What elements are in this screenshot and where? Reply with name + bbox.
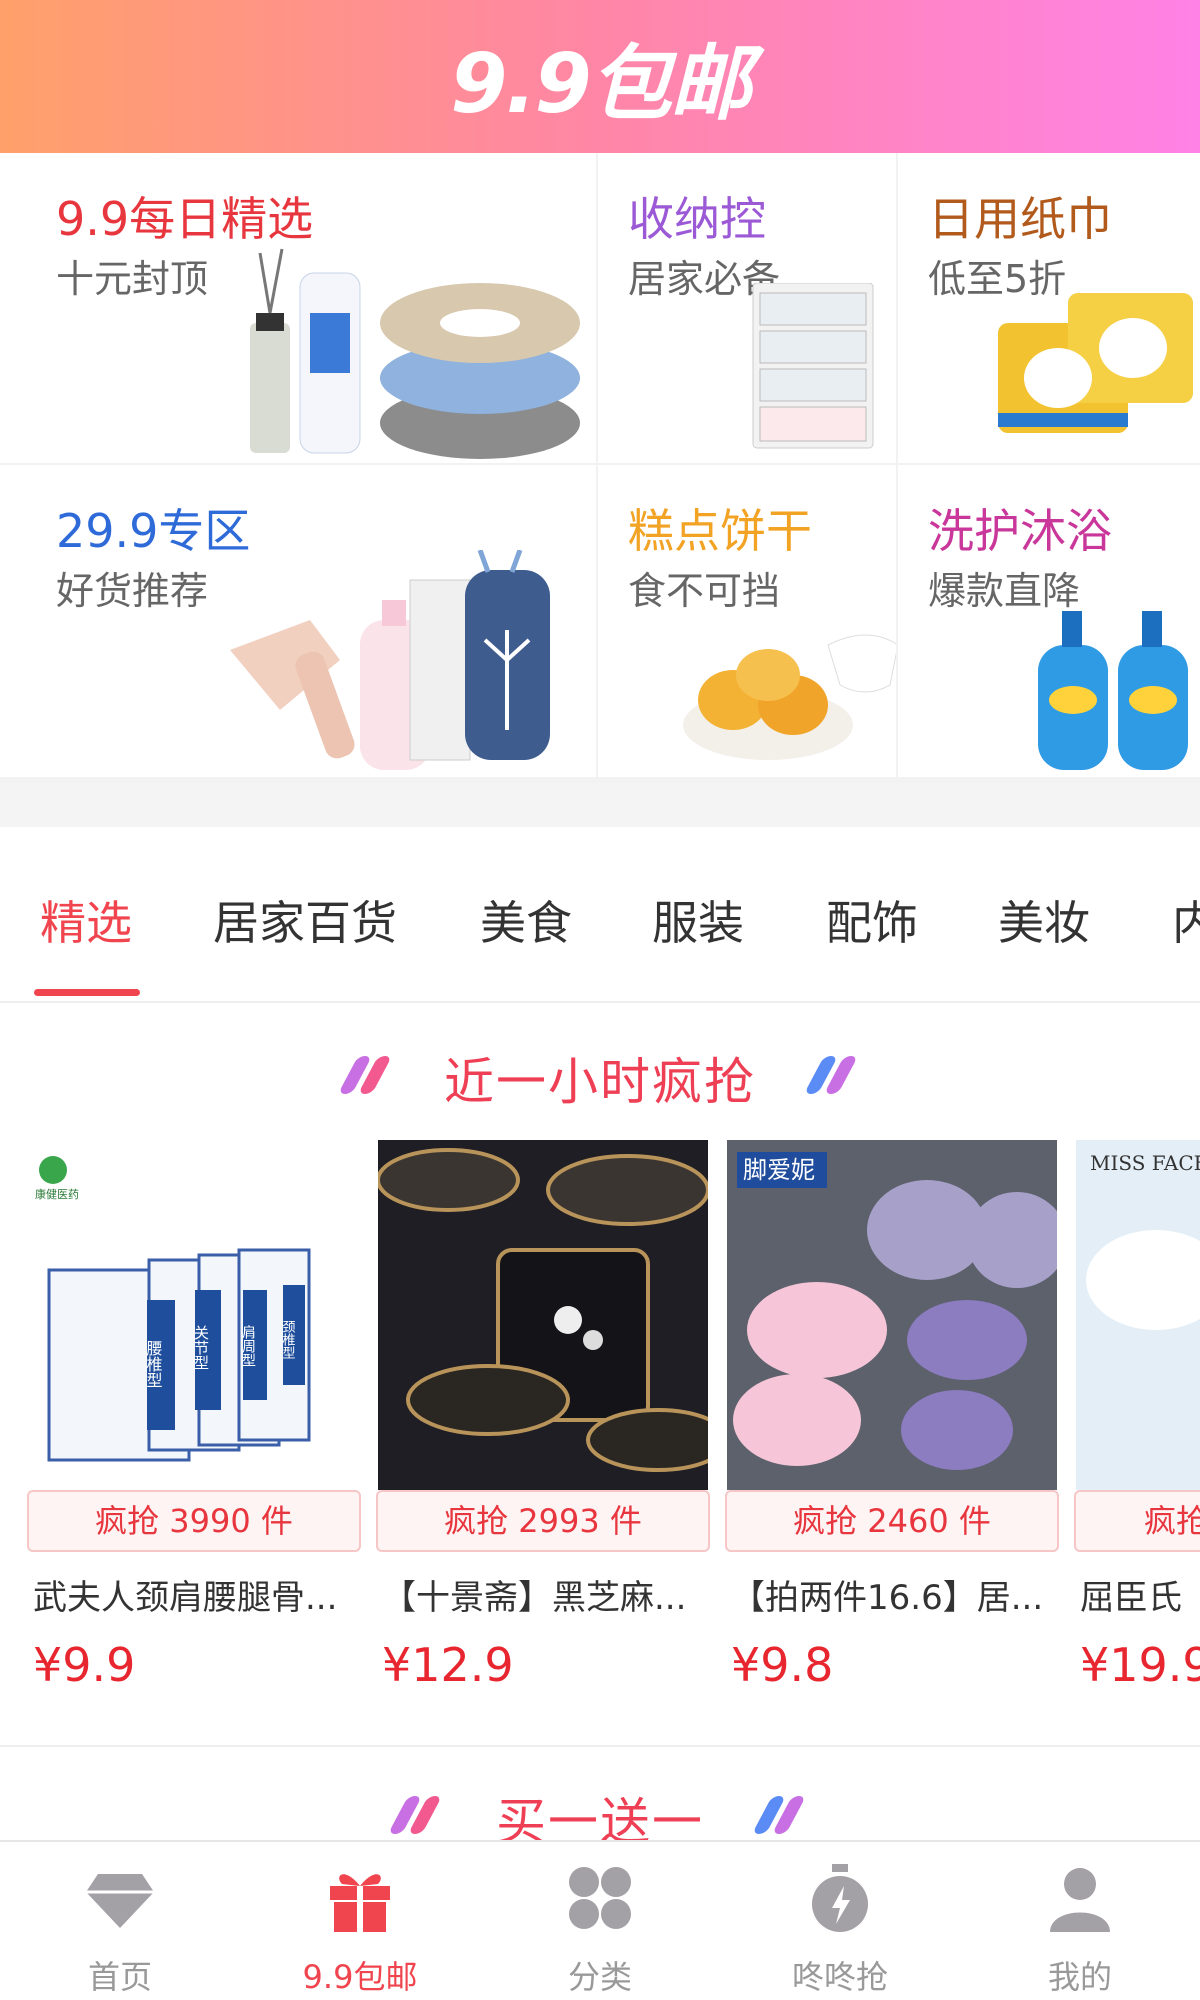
nav-label: 咚咚抢	[791, 1958, 888, 1996]
sold-count-badge: 疯抢 3990 件	[27, 1490, 361, 1552]
section-title: 近一小时疯抢	[444, 1053, 756, 1111]
section-hot-heading: 近一小时疯抢	[0, 1042, 1200, 1112]
category-tabs: 精选 居家百货 美食 服装 配饰 美妆 内	[0, 827, 1200, 1003]
nav-label: 9.9包邮	[302, 1958, 418, 1996]
category-tile-bath[interactable]: 洗护沐浴 爆款直降	[898, 465, 1200, 777]
tab-home-goods[interactable]: 居家百货	[213, 887, 397, 953]
sold-count-badge: 疯抢 2460 件	[725, 1490, 1059, 1552]
category-subtitle: 食不可挡	[628, 569, 781, 613]
product-card[interactable]: 疯抢 2993 件 【十景斋】黑芝麻... ¥12.9	[376, 1140, 710, 1692]
product-image: 康健医药 腰椎型 关节型 肩周型 颈椎型	[29, 1140, 359, 1490]
tissue-pack-image	[998, 293, 1193, 433]
nav-profile[interactable]: 我的	[960, 1842, 1200, 2000]
box-label: 颈椎型	[280, 1320, 296, 1359]
category-subtitle: 十元封顶	[56, 257, 209, 301]
nav-label: 我的	[1047, 1958, 1112, 1996]
category-title: 日用纸巾	[928, 192, 1112, 246]
category-tile-tissue[interactable]: 日用纸巾 低至5折	[898, 153, 1200, 463]
product-brand: MISS FACE	[1090, 1151, 1200, 1175]
category-tile-storage[interactable]: 收纳控 居家必备	[598, 153, 896, 463]
category-title: 9.9每日精选	[56, 192, 314, 246]
category-tile-snacks[interactable]: 糕点饼干 食不可挡	[598, 465, 896, 777]
neck-pillow-image	[250, 248, 580, 459]
nav-home[interactable]: 首页	[0, 1842, 240, 2000]
tab-clothing[interactable]: 服装	[652, 887, 744, 953]
sold-count-badge: 疯抢	[1074, 1490, 1200, 1552]
grid-icon	[569, 1867, 631, 1929]
category-title: 洗护沐浴	[928, 504, 1112, 558]
product-brand: 康健医药	[35, 1187, 79, 1201]
box-label: 关节型	[192, 1325, 210, 1370]
category-tile-daily[interactable]: 9.9每日精选 十元封顶	[0, 153, 596, 463]
hairdryer-bottles-image	[230, 550, 550, 770]
section-title: 买一送一	[496, 1793, 704, 1842]
nav-free-shipping[interactable]: 9.9包邮	[240, 1842, 480, 2000]
product-card[interactable]: 脚爱妮 疯抢 2460 件 【拍两件16.6】居... ¥9.8	[725, 1140, 1059, 1692]
page-header: 9.9包邮	[0, 0, 1200, 153]
product-carousel: 康健医药 腰椎型 关节型 肩周型 颈椎型 疯抢 3990 件 武夫人颈肩腰腿骨.…	[0, 1140, 1200, 1700]
gift-icon	[330, 1874, 390, 1932]
page-title: 9.9包邮	[450, 37, 751, 132]
tab-underwear[interactable]: 内	[1172, 887, 1200, 953]
product-image	[378, 1140, 708, 1490]
section-divider	[0, 783, 1200, 827]
tab-beauty[interactable]: 美妆	[998, 887, 1090, 953]
nav-label: 分类	[567, 1958, 632, 1996]
product-card[interactable]: 康健医药 腰椎型 关节型 肩周型 颈椎型 疯抢 3990 件 武夫人颈肩腰腿骨.…	[27, 1140, 361, 1692]
nav-categories[interactable]: 分类	[480, 1842, 720, 2000]
product-name: 屈臣氏	[1080, 1578, 1182, 1618]
tab-food[interactable]: 美食	[480, 887, 572, 953]
bath-bottles-image	[1038, 611, 1188, 770]
diamond-icon	[86, 1874, 154, 1928]
product-price: ¥9.9	[33, 1638, 136, 1692]
active-tab-indicator	[34, 989, 140, 996]
user-icon	[1050, 1868, 1110, 1932]
product-name: 【拍两件16.6】居...	[731, 1578, 1044, 1618]
bottom-navigation: 首页 9.9包邮 分类 咚咚抢 我的	[0, 1840, 1200, 2000]
tab-accessories[interactable]: 配饰	[826, 887, 918, 953]
sold-count-badge: 疯抢 2993 件	[376, 1490, 710, 1552]
product-price: ¥19.9	[1080, 1638, 1200, 1692]
section-bogo-heading: 买一送一	[0, 1782, 1200, 1842]
category-title: 收纳控	[628, 192, 766, 246]
box-label: 腰椎型	[144, 1340, 163, 1388]
product-name: 【十景斋】黑芝麻...	[382, 1578, 687, 1618]
box-label: 肩周型	[240, 1325, 256, 1367]
stopwatch-icon	[812, 1864, 868, 1932]
cake-image	[683, 634, 896, 760]
product-price: ¥12.9	[382, 1638, 514, 1692]
product-brand: 脚爱妮	[743, 1156, 815, 1184]
product-price: ¥9.8	[731, 1638, 834, 1692]
product-card[interactable]: MISS FACE 疯抢 屈臣氏 ¥19.9	[1074, 1140, 1200, 1692]
section-separator	[0, 1745, 1200, 1747]
category-tile-29[interactable]: 29.9专区 好货推荐	[0, 465, 596, 777]
category-grid: 9.9每日精选 十元封顶 收纳控 居家必备 日用纸巾 低至5折 29.9专区 好…	[0, 153, 1200, 783]
category-subtitle: 好货推荐	[56, 569, 209, 613]
product-name: 武夫人颈肩腰腿骨...	[33, 1578, 338, 1618]
nav-label: 首页	[87, 1958, 152, 1996]
category-title: 糕点饼干	[628, 504, 812, 558]
tab-featured[interactable]: 精选	[40, 887, 132, 953]
product-image: 脚爱妮	[727, 1140, 1057, 1490]
nav-flash-sale[interactable]: 咚咚抢	[720, 1842, 960, 2000]
storage-drawer-image	[752, 283, 874, 449]
product-image: MISS FACE	[1076, 1140, 1200, 1490]
